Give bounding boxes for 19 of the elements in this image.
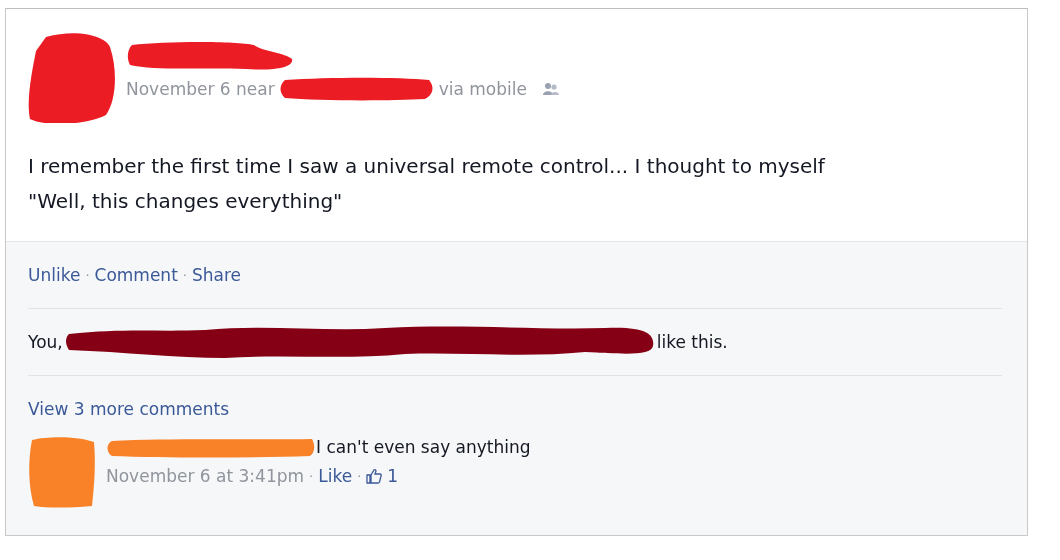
thumbs-up-icon — [366, 468, 383, 484]
redaction-mark — [28, 436, 96, 508]
like-link[interactable]: Like — [318, 466, 353, 486]
action-link[interactable]: Comment — [94, 265, 178, 285]
separator-dot: · — [85, 267, 90, 283]
separator-dot: · — [357, 468, 362, 484]
via-mobile-text: via mobile — [438, 79, 527, 99]
separator-dot: · — [182, 267, 187, 283]
likes-text: like this. — [656, 332, 728, 352]
likes-text: You, — [28, 332, 63, 352]
people-icon — [542, 82, 559, 96]
action-link[interactable]: Unlike — [28, 265, 81, 285]
action-link[interactable]: Share — [191, 265, 241, 285]
separator-dot: · — [309, 468, 314, 484]
comment-text: I can't even say anything — [316, 437, 531, 457]
post-text: "Well, this changes everything" — [28, 188, 344, 215]
view-more-link[interactable]: View 3 more comments — [28, 399, 230, 419]
post-text: I remember the first time I saw a universal remote control... I thought to myself — [28, 153, 827, 180]
like-count[interactable]: 1 — [387, 466, 399, 486]
